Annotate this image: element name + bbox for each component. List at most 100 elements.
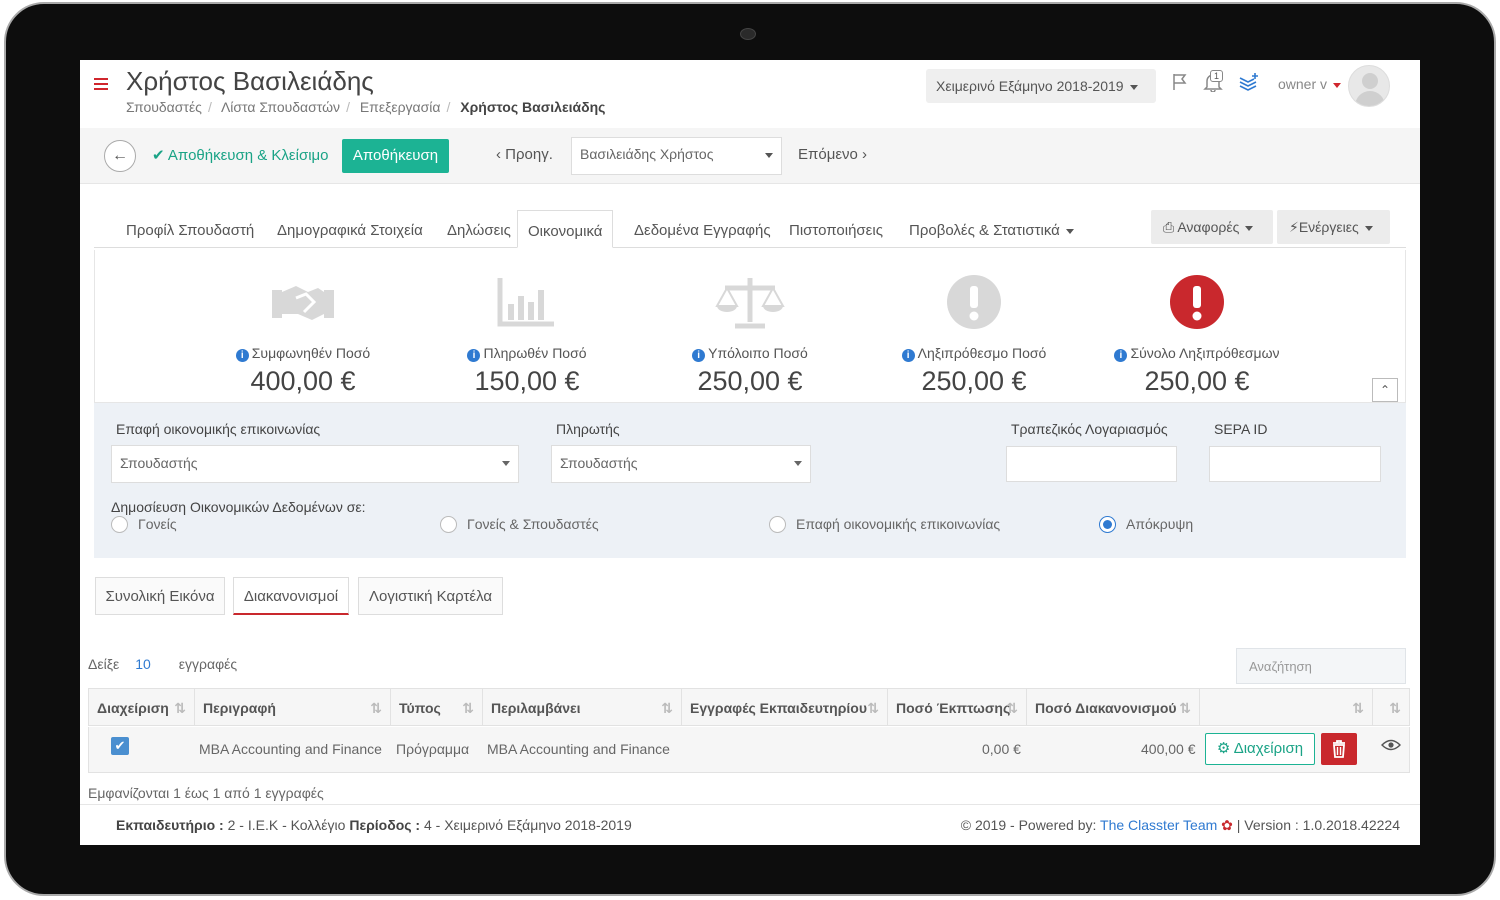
col-header-actions[interactable]: ⇅	[1199, 688, 1372, 726]
breadcrumb-current: Χρήστος Βασιλειάδης	[460, 99, 606, 115]
stat-amount: 150,00 €	[474, 366, 580, 396]
save-close-button[interactable]: ✔ Αποθήκευση & Κλείσιμο	[152, 146, 329, 164]
radio-financial-contact[interactable]: Επαφή οικονομικής επικοινωνίας	[769, 516, 1000, 533]
stat-balance-amount: i Υπόλοιπο Ποσό 250,00 €	[640, 250, 860, 397]
sepa-id-label: SEPA ID	[1214, 421, 1268, 437]
collapse-button[interactable]: ⌃	[1372, 378, 1398, 402]
stat-label: Ληξιπρόθεσμο Ποσό	[917, 345, 1047, 361]
team-link[interactable]: The Classter Team	[1100, 817, 1217, 833]
info-icon[interactable]: i	[235, 349, 249, 362]
institution-label: Εκπαιδευτήριο :	[116, 817, 224, 833]
info-icon[interactable]: i	[1114, 349, 1128, 362]
chevron-down-icon	[1129, 84, 1138, 90]
chevron-down-icon	[1364, 225, 1373, 231]
subtab-ledger[interactable]: Λογιστική Καρτέλα	[358, 577, 503, 615]
back-button[interactable]: ←	[104, 140, 136, 172]
tab-financials[interactable]: Οικονομικά	[517, 210, 614, 248]
sepa-id-input[interactable]	[1209, 446, 1381, 482]
tab-profile[interactable]: Προφίλ Σπουδαστή	[116, 210, 264, 248]
page-size-control: Δείξε 10 εγγραφές	[88, 656, 237, 672]
bank-account-input[interactable]	[1006, 446, 1177, 482]
footer-credits: © 2019 - Powered by: The Classter Team ✿…	[961, 817, 1400, 834]
radio-hide[interactable]: Απόκρυψη	[1099, 516, 1193, 533]
payer-select-value: Σπουδαστής	[560, 455, 638, 471]
breadcrumb-item[interactable]: Λίστα Σπουδαστών	[221, 99, 340, 115]
col-header-label: Περιλαμβάνει	[491, 700, 581, 716]
radio-parents-students[interactable]: Γονείς & Σπουδαστές	[440, 516, 599, 533]
col-header-includes[interactable]: Περιλαμβάνει ⇅	[482, 688, 681, 726]
student-select[interactable]: Βασιλειάδης Χρήστος	[571, 137, 782, 175]
next-label: Επόμενο	[798, 146, 858, 163]
subtab-overview[interactable]: Συνολική Εικόνα	[95, 577, 225, 615]
search-input[interactable]: Αναζήτηση	[1236, 648, 1406, 684]
col-header-type[interactable]: Τύπος ⇅	[390, 688, 482, 726]
tab-certifications[interactable]: Πιστοποιήσεις	[779, 210, 893, 248]
row-checkbox[interactable]: ✔	[111, 737, 129, 755]
previous-label: Προηγ.	[505, 146, 553, 163]
stat-agreed-amount: i Συμφωνηθέν Ποσό 400,00 €	[193, 250, 413, 397]
tab-demographics[interactable]: Δημογραφικά Στοιχεία	[267, 210, 433, 248]
exclamation-circle-red-icon	[1170, 275, 1224, 329]
info-icon[interactable]: i	[467, 349, 481, 362]
eye-icon[interactable]	[1381, 739, 1401, 751]
publish-label: Δημοσίευση Οικονομικών Δεδομένων σε:	[111, 499, 366, 515]
page-footer: Εκπαιδευτήριο : 2 - Ι.Ε.Κ - Κολλέγιο Περ…	[80, 804, 1420, 845]
col-header-view[interactable]: ⇅	[1372, 688, 1410, 726]
tab-views-statistics-label: Προβολές & Στατιστικά	[909, 222, 1060, 239]
period-value: 4 - Χειμερινό Εξάμηνο 2018-2019	[423, 817, 632, 833]
avatar[interactable]	[1348, 65, 1390, 107]
breadcrumb-item[interactable]: Σπουδαστές	[126, 99, 202, 115]
gear-icon: ⚙	[1216, 740, 1231, 757]
sort-icon: ⇅	[661, 700, 673, 716]
user-menu[interactable]: owner v	[1278, 76, 1342, 92]
handshake-icon	[272, 286, 334, 320]
col-header-label: Ποσό Διακανονισμού	[1035, 700, 1177, 716]
balance-scale-icon	[715, 278, 785, 329]
table-row: ✔ MBA Accounting and Finance Πρόγραμμα M…	[88, 727, 1410, 773]
tab-views-statistics[interactable]: Προβολές & Στατιστικά	[899, 210, 1084, 248]
col-header-discount[interactable]: Ποσό Έκπτωσης ⇅	[887, 688, 1026, 726]
reports-button[interactable]: ⎙ Αναφορές	[1151, 210, 1273, 244]
col-header-label: Περιγραφή	[203, 700, 276, 716]
breadcrumb-item[interactable]: Επεξεργασία	[360, 99, 441, 115]
powered-by: 2019 - Powered by:	[974, 817, 1097, 833]
bank-account-label: Τραπεζικός Λογαριασμός	[1011, 421, 1168, 437]
subtab-settlements[interactable]: Διακανονισμοί	[233, 577, 349, 615]
col-header-institution-records[interactable]: Εγγραφές Εκπαιδευτηρίου ⇅	[681, 688, 887, 726]
radio-label: Γονείς & Σπουδαστές	[467, 516, 599, 532]
menu-icon[interactable]	[94, 78, 108, 90]
page-size-select[interactable]: 10	[135, 656, 151, 672]
tab-enrollment-data[interactable]: Δεδομένα Εγγραφής	[624, 210, 781, 248]
tab-declarations[interactable]: Δηλώσεις	[437, 210, 521, 248]
semester-select[interactable]: Χειμερινό Εξάμηνο 2018-2019	[926, 69, 1156, 103]
actions-button[interactable]: ⚡Ενέργειες	[1277, 210, 1390, 244]
col-header-label: Εγγραφές Εκπαιδευτηρίου	[690, 700, 867, 716]
col-header-settlement-amount[interactable]: Ποσό Διακανονισμού ⇅	[1026, 688, 1199, 726]
device-frame: Χρήστος Βασιλειάδης Σπουδαστές / Λίστα Σπ…	[0, 0, 1500, 900]
layers-plus-icon[interactable]	[1238, 72, 1260, 92]
previous-button[interactable]: ‹ Προηγ.	[496, 146, 553, 163]
chevron-down-icon	[1065, 228, 1074, 234]
delete-button[interactable]	[1321, 733, 1357, 765]
radio-parents[interactable]: Γονείς	[111, 516, 177, 533]
col-header-description[interactable]: Περιγραφή ⇅	[194, 688, 390, 726]
payer-label: Πληρωτής	[556, 421, 620, 437]
classter-logo-icon: ✿	[1221, 817, 1233, 833]
info-icon[interactable]: i	[692, 349, 706, 362]
save-button[interactable]: Αποθήκευση	[342, 139, 449, 173]
payer-select[interactable]: Σπουδαστής	[551, 445, 811, 483]
radio-circle-selected	[1099, 516, 1116, 533]
info-icon[interactable]: i	[901, 349, 915, 362]
trash-icon	[1333, 740, 1345, 758]
manage-button[interactable]: ⚙ Διαχείριση	[1205, 733, 1315, 765]
chevron-up-icon: ⌃	[1379, 383, 1391, 397]
camera-icon	[740, 28, 756, 40]
save-close-label: Αποθήκευση & Κλείσιμο	[167, 147, 329, 164]
sort-icon: ⇅	[462, 700, 474, 716]
col-header-manage[interactable]: Διαχείριση ⇅	[88, 688, 194, 726]
manage-label: Διαχείριση	[1233, 740, 1304, 757]
flag-icon[interactable]	[1170, 72, 1190, 92]
contact-select[interactable]: Σπουδαστής	[111, 445, 519, 483]
table-summary: Εμφανίζονται 1 έως 1 από 1 εγγραφές	[88, 785, 324, 801]
next-button[interactable]: Επόμενο ›	[798, 146, 867, 163]
